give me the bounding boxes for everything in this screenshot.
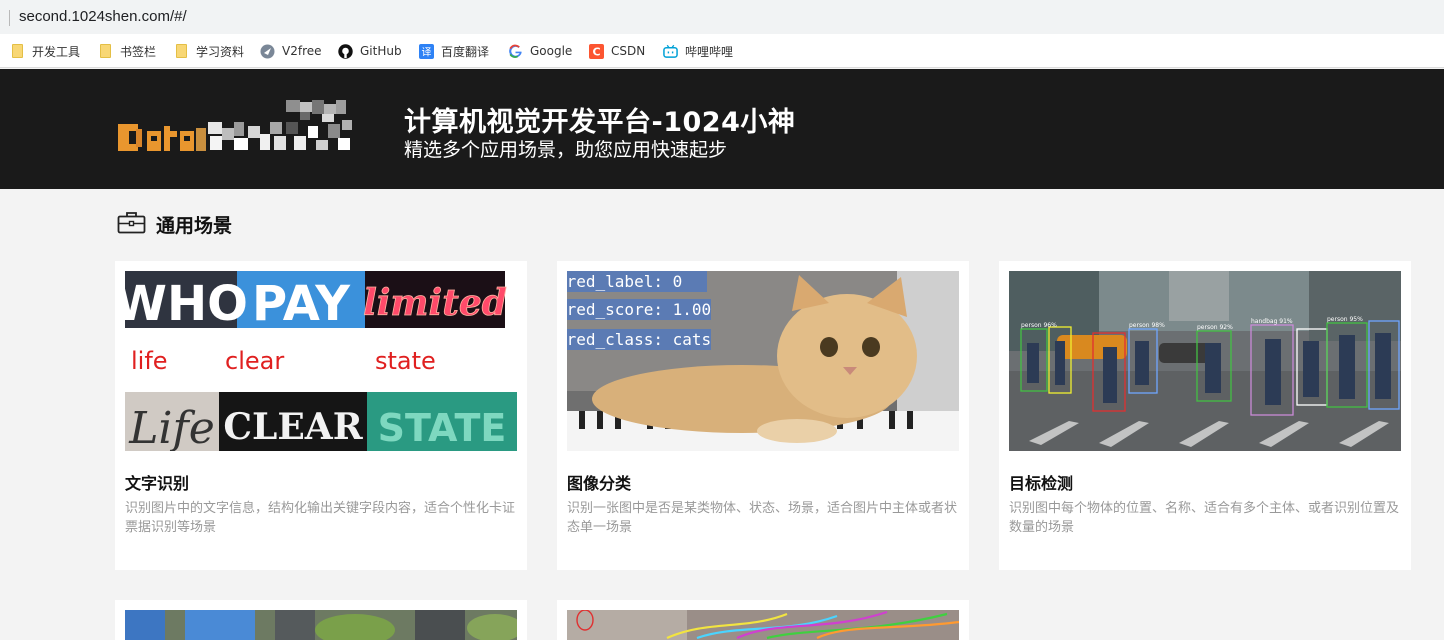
card-scene-4[interactable] [115, 600, 527, 640]
pixelated-logo[interactable] [118, 100, 358, 160]
detection-label-2: person 98% [1129, 322, 1165, 329]
bookmark-label: 学习资料 [196, 44, 245, 59]
page-subtitle: 精选多个应用场景，助您应用快速起步 [404, 139, 728, 161]
folder-icon [98, 44, 113, 59]
ocr-word-state-image: STATE [378, 406, 507, 450]
bookmark-v2free[interactable]: V2free [260, 41, 322, 61]
bookmark-label: GitHub [360, 44, 402, 58]
bilibili-icon [663, 44, 678, 59]
header-banner: 计算机视觉开发平台-1024小神 精选多个应用场景，助您应用快速起步 [0, 69, 1444, 189]
github-icon [338, 43, 353, 59]
briefcase-icon [117, 210, 146, 238]
detection-label-3: person 92% [1197, 324, 1233, 331]
card-scene-5[interactable] [557, 600, 969, 640]
bookmark-csdn[interactable]: C CSDN [589, 41, 645, 61]
ocr-word-state: state [375, 347, 436, 375]
address-bar-divider [0, 10, 10, 26]
card-title: 目标检测 [1009, 474, 1074, 493]
detection-label-1: person 96% [1021, 322, 1057, 329]
bookmark-label: V2free [282, 44, 322, 58]
page-title: 计算机视觉开发平台-1024小神 [404, 107, 796, 138]
ocr-word-clear-image: CLEAR [223, 406, 363, 448]
ocr-word-clear: clear [225, 347, 284, 375]
card-description: 识别图中每个物体的位置、名称、适合有多个主体、或者识别位置及数量的场景 [1009, 501, 1400, 535]
svg-text:C: C [592, 45, 600, 58]
card-description: 识别图片中的文字信息，结构化输出关键字段内容，适合个性化卡证票据识别等场景 [125, 501, 516, 535]
bookmark-label: 书签栏 [120, 44, 157, 59]
classification-class: pred_class: cats [567, 330, 711, 349]
ocr-word-limited: limited [363, 282, 507, 324]
bookmark-google[interactable]: Google [508, 41, 572, 61]
classification-score: pred_score: 1.00 [567, 300, 711, 319]
address-bar[interactable]: second.1024shen.com/#/ [0, 0, 1444, 34]
ocr-word-who: WHO [125, 276, 248, 332]
url-text[interactable]: second.1024shen.com/#/ [19, 8, 187, 25]
bookmark-baidu-translate[interactable]: 译 百度翻译 [419, 41, 489, 61]
card-image-street: person 96% person 98% person 92% handbag… [1009, 271, 1401, 451]
bookmark-label: CSDN [611, 44, 646, 58]
card-title: 文字识别 [125, 474, 190, 493]
v2free-icon [260, 44, 275, 59]
section-title: 通用场景 [156, 214, 233, 237]
card-object-detection[interactable]: person 96% person 98% person 92% handbag… [999, 261, 1411, 570]
bookmark-bilibili[interactable]: 哔哩哔哩 [663, 41, 733, 61]
ocr-word-life: life [131, 347, 168, 375]
bookmark-label: 百度翻译 [441, 44, 490, 59]
card-image-tracking [567, 610, 959, 640]
card-image-cat: pred_label: 0 pred_score: 1.00 pred_clas… [567, 271, 959, 451]
classification-label: pred_label: 0 [567, 272, 682, 291]
baidu-translate-icon: 译 [419, 43, 434, 59]
bookmark-bookmarks-bar[interactable]: 书签栏 [98, 41, 156, 61]
bookmark-dev-tools[interactable]: 开发工具 [10, 41, 80, 61]
bookmark-label: Google [530, 44, 573, 58]
svg-text:译: 译 [422, 46, 432, 58]
ocr-word-life-image: Life [128, 403, 215, 451]
card-title: 图像分类 [567, 474, 632, 493]
detection-label-4: handbag 91% [1251, 318, 1293, 325]
ocr-word-pay: PAY [252, 276, 351, 332]
bookmark-label: 哔哩哔哩 [685, 44, 734, 59]
folder-icon [174, 44, 189, 59]
card-description: 识别一张图中是否是某类物体、状态、场景，适合图片中主体或者状态单一场景 [567, 501, 958, 535]
card-image-aerial [125, 610, 517, 640]
card-image-classification[interactable]: pred_label: 0 pred_score: 1.00 pred_clas… [557, 261, 969, 570]
bookmark-study-materials[interactable]: 学习资料 [174, 41, 244, 61]
card-image-ocr: WHO PAY limited life clear state Life CL… [125, 271, 517, 451]
csdn-icon: C [589, 43, 604, 59]
folder-icon [10, 44, 25, 59]
section-heading: 通用场景 [117, 210, 232, 238]
bookmark-label: 开发工具 [32, 44, 81, 59]
detection-label-5: person 95% [1327, 316, 1363, 323]
card-text-recognition[interactable]: WHO PAY limited life clear state Life CL… [115, 261, 527, 570]
google-icon [508, 44, 523, 59]
bookmark-github[interactable]: GitHub [338, 41, 402, 61]
bookmarks-bar: 开发工具 书签栏 学习资料 V2free GitHub 译 百度翻译 Googl… [0, 34, 1444, 68]
